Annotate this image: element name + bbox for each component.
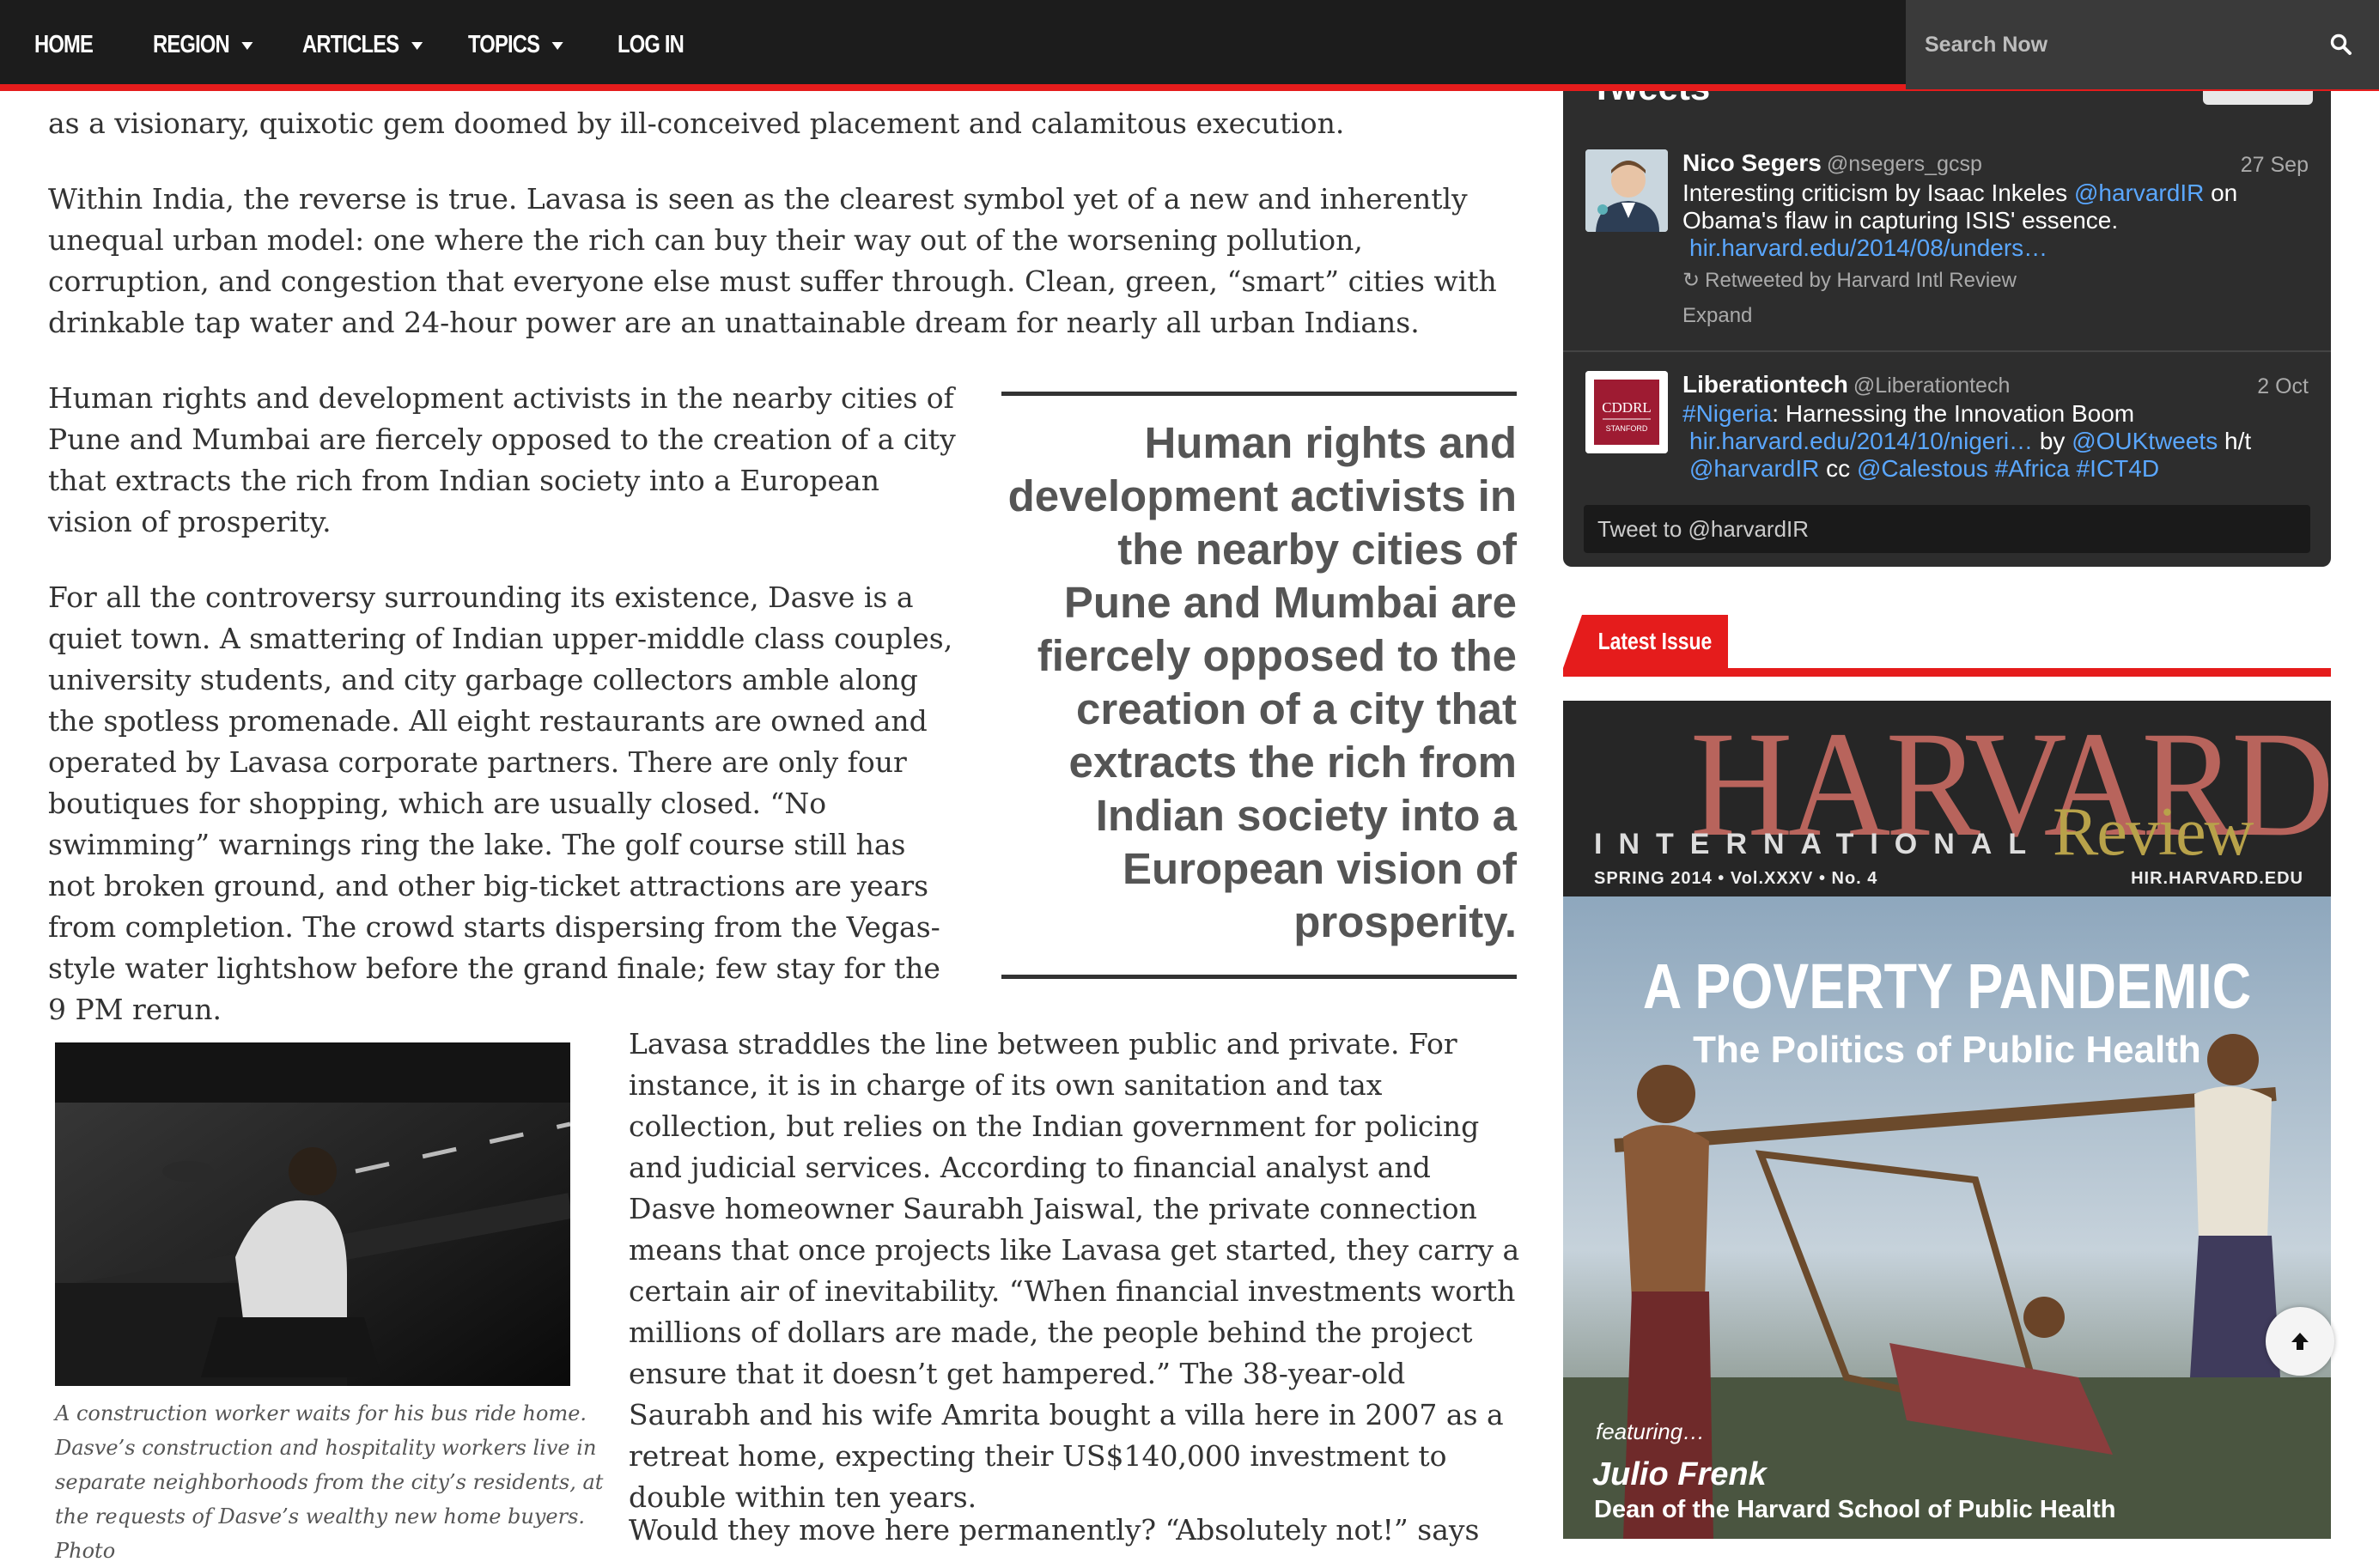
tweet-text: Interesting criticism by Isaac Inkeles @…: [1682, 179, 2238, 261]
pull-quote: Human rights and development activists i…: [1001, 392, 1517, 979]
cover-role: Dean of the Harvard School of Public Hea…: [1594, 1496, 2116, 1523]
tweet-author[interactable]: Nico Segers @nsegers_gcsp: [1682, 149, 1982, 177]
cover-headline: A POVERTY PANDEMIC: [1642, 951, 2252, 1022]
search-input[interactable]: [1923, 22, 2304, 67]
divider: [1563, 350, 2331, 352]
tweet-to-input[interactable]: Tweet to @harvardIR: [1584, 505, 2310, 553]
cover-review: Review: [2053, 794, 2254, 870]
article-photo: [55, 1042, 570, 1386]
tweet-link[interactable]: hir.harvard.edu/2014/10/nigeri…: [1689, 428, 2033, 454]
cover-person: Julio Frenk: [1592, 1456, 1767, 1492]
mention-link[interactable]: @harvardIR: [1689, 455, 1819, 482]
magazine-cover[interactable]: HARVARD INTERNATIONAL Review SPRING 2014…: [1563, 701, 2331, 1539]
chevron-down-icon: [551, 41, 564, 50]
arrow-up-icon: [2291, 1333, 2309, 1350]
search-box: [1906, 0, 2379, 89]
chevron-down-icon: [411, 41, 423, 50]
tab-notch: [1563, 615, 1582, 668]
chevron-down-icon: [241, 41, 253, 50]
article-paragraph: Human rights and development activists i…: [48, 381, 956, 538]
cover-featuring: featuring…: [1596, 1419, 1706, 1444]
tweet-date[interactable]: 27 Sep: [2241, 153, 2309, 178]
hashtag-link[interactable]: #Africa: [1995, 455, 2070, 482]
cover-subhead: The Politics of Public Health: [1693, 1029, 2201, 1071]
cover-issue-info: SPRING 2014 • Vol.XXXV • No. 4: [1594, 869, 1878, 888]
avatar[interactable]: CDDRL STANFORD: [1585, 371, 1668, 453]
follow-button[interactable]: [2203, 91, 2313, 105]
photo-caption: A construction worker waits for his bus …: [55, 1401, 604, 1563]
tweet-author[interactable]: Liberationtech @Liberationtech: [1682, 371, 2010, 398]
retweet-icon: ↻: [1682, 269, 1701, 292]
cover-url: HIR.HARVARD.EDU: [2131, 869, 2303, 888]
section-rule: [1563, 668, 2331, 677]
back-to-top-button[interactable]: [2266, 1307, 2334, 1376]
nav-topics[interactable]: TOPICS: [468, 0, 564, 89]
tweet-date[interactable]: 2 Oct: [2257, 374, 2309, 399]
nav-home[interactable]: HOME: [34, 0, 94, 89]
widget-title: Tweets: [1591, 91, 1710, 108]
article-paragraph: Would they move here permanently? “Absol…: [629, 1513, 1480, 1547]
mention-link[interactable]: @Calestous: [1857, 455, 1988, 482]
search-icon[interactable]: [2329, 33, 2353, 57]
tweet-text: #Nigeria: Harnessing the Innovation Boom…: [1682, 400, 2252, 482]
nav-login[interactable]: LOG IN: [618, 0, 684, 89]
hashtag-link[interactable]: #ICT4D: [2077, 455, 2159, 482]
svg-text:CDDRL: CDDRL: [1602, 399, 1652, 416]
tweet-link[interactable]: hir.harvard.edu/2014/08/unders…: [1689, 234, 2047, 261]
retweet-note: ↻ Retweeted by Harvard Intl Review: [1682, 269, 2017, 292]
nav-articles[interactable]: ARTICLES: [302, 0, 423, 89]
svg-text:STANFORD: STANFORD: [1606, 424, 1648, 433]
top-nav: HOME REGION ARTICLES TOPICS LOG IN: [0, 0, 2379, 91]
article-paragraph: Within India, the reverse is true. Lavas…: [48, 182, 1497, 339]
article-paragraph: For all the controversy surrounding its …: [48, 580, 953, 1026]
twitter-widget: Tweets Nico Segers@nsegers_gcsp 27 Sep I…: [1563, 91, 2331, 567]
mention-link[interactable]: @harvardIR: [2074, 179, 2204, 206]
hashtag-link[interactable]: #Nigeria: [1682, 400, 1772, 427]
mention-link[interactable]: @OUKtweets: [2072, 428, 2218, 454]
expand-link[interactable]: Expand: [1682, 304, 1752, 328]
latest-issue-tab: Latest Issue: [1582, 615, 1728, 668]
cover-international: INTERNATIONAL: [1594, 828, 2043, 860]
avatar[interactable]: [1585, 149, 1668, 232]
article-paragraph: Lavasa straddles the line between public…: [629, 1027, 1520, 1514]
nav-region[interactable]: REGION: [153, 0, 253, 89]
article-paragraph: as a visionary, quixotic gem doomed by i…: [48, 106, 1345, 140]
